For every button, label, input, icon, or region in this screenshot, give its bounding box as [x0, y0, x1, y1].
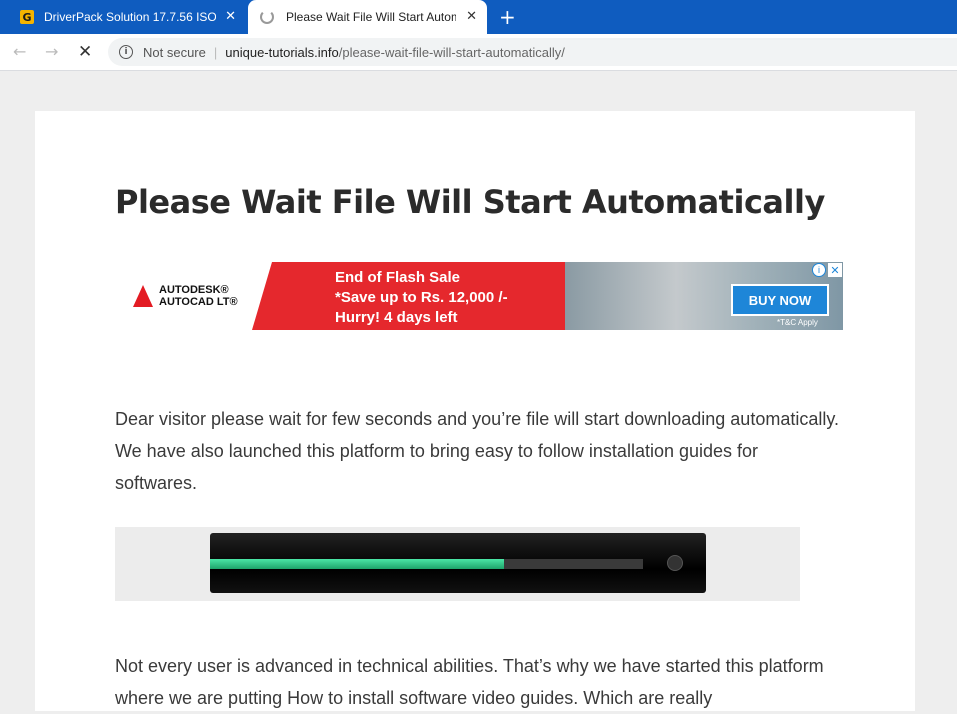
- back-arrow-icon[interactable]: ←: [13, 42, 26, 61]
- separator: |: [213, 44, 218, 60]
- page-title: Please Wait File Will Start Automaticall…: [115, 183, 825, 221]
- ad-line3: Hurry! 4 days left: [335, 309, 458, 326]
- g-favicon-icon: G: [20, 10, 34, 24]
- intro-paragraph: Dear visitor please wait for few seconds…: [115, 409, 840, 493]
- new-tab-button[interactable]: +: [499, 6, 516, 28]
- tab-please-wait[interactable]: Please Wait File Will Start Automaticall…: [248, 0, 487, 34]
- address-bar[interactable]: i Not secure | unique-tutorials.info/ple…: [108, 38, 957, 66]
- tab-title: Please Wait File Will Start Automaticall…: [286, 10, 456, 24]
- ad-line2: *Save up to Rs. 12,000 /-: [335, 289, 508, 306]
- forward-arrow-icon[interactable]: →: [45, 42, 58, 61]
- progress-knob-icon: [667, 555, 683, 571]
- info-icon[interactable]: i: [119, 45, 133, 59]
- second-paragraph: Not every user is advanced in technical …: [115, 656, 824, 708]
- progress-fill: [210, 559, 505, 569]
- progress-track: [210, 559, 643, 569]
- ad-terms: *T&C Apply: [777, 318, 818, 327]
- autocad-logo: AUTODESK® AUTOCAD LT®: [133, 284, 238, 308]
- ad-brand-line2: AUTOCAD LT®: [159, 296, 238, 308]
- browser-toolbar: ← → ✕ i Not secure | unique-tutorials.in…: [0, 34, 957, 71]
- tab-driverpack[interactable]: G DriverPack Solution 17.7.56 ISO Free D…: [0, 0, 246, 34]
- progress-bar-frame: [210, 533, 706, 593]
- url-path: /please-wait-file-will-start-automatical…: [338, 44, 565, 60]
- security-status: Not secure: [143, 44, 206, 60]
- autocad-a-icon: [133, 285, 153, 307]
- ad-close-icon[interactable]: ✕: [828, 263, 842, 277]
- adchoices-icon[interactable]: i: [812, 263, 826, 277]
- ad-copy: End of Flash Sale *Save up to Rs. 12,000…: [335, 268, 508, 328]
- ad-headline: End of Flash Sale: [335, 269, 461, 286]
- ad-banner[interactable]: AUTODESK® AUTOCAD LT® End of Flash Sale …: [115, 262, 843, 330]
- url-host: unique-tutorials.info: [225, 44, 339, 60]
- buy-now-button[interactable]: BUY NOW: [731, 284, 829, 316]
- close-tab-icon[interactable]: ✕: [466, 9, 477, 25]
- ad-brand-line1: AUTODESK®: [159, 284, 229, 296]
- close-tab-icon[interactable]: ✕: [225, 9, 236, 25]
- loading-spinner-icon: [260, 10, 274, 24]
- content-card: Please Wait File Will Start Automaticall…: [35, 111, 915, 711]
- tab-strip: G DriverPack Solution 17.7.56 ISO Free D…: [0, 0, 957, 34]
- stop-loading-icon[interactable]: ✕: [78, 42, 92, 62]
- tab-title: DriverPack Solution 17.7.56 ISO Free Dow…: [44, 10, 216, 24]
- download-progress-panel: [115, 527, 800, 601]
